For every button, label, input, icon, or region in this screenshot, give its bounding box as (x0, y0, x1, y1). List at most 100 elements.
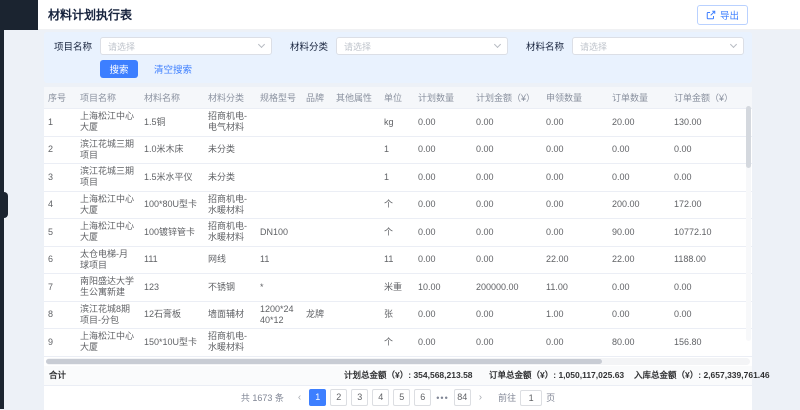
project-name-label: 项目名称 (54, 39, 92, 53)
table-cell: 滨江花城8期项目-分包 (76, 301, 140, 329)
table-cell: 4 (44, 191, 76, 219)
table-cell: 米重 (380, 274, 414, 302)
goto-page: 前往 页 (498, 390, 555, 406)
prev-page-button[interactable]: ‹ (295, 392, 304, 403)
table-cell: 张 (380, 301, 414, 329)
material-category-label: 材料分类 (290, 39, 328, 53)
table-cell (256, 191, 302, 219)
project-name-select[interactable]: 请选择 (100, 37, 272, 55)
vertical-scrollbar-thumb[interactable] (746, 106, 751, 168)
material-category-select[interactable]: 请选择 (336, 37, 508, 55)
table-cell: 0.00 (472, 246, 542, 274)
table-cell (256, 136, 302, 164)
table-header-row: 序号项目名称材料名称材料分类规格型号品牌其他属性单位计划数量计划金额（¥）申领数… (44, 87, 752, 109)
planned-total-amount: 计划总金额（¥）: 354,568,213.58 (344, 369, 473, 381)
search-button[interactable]: 搜索 (100, 60, 138, 78)
horizontal-scrollbar-thumb[interactable] (46, 359, 602, 364)
table-cell: 网线 (204, 246, 256, 274)
table-cell: 90.00 (608, 219, 670, 247)
table-cell (302, 274, 332, 302)
table-cell: 0.00 (608, 274, 670, 302)
page-button-84[interactable]: 84 (454, 389, 471, 406)
table-row[interactable]: 6太仓电梯-月球项目111网线11110.000.0022.0022.00118… (44, 246, 752, 274)
table-row[interactable]: 2滨江花城三期项目1.0米木床未分类10.000.000.000.000.00 (44, 136, 752, 164)
column-header-4: 规格型号 (256, 87, 302, 109)
filter-actions: 搜索 清空搜索 (100, 60, 742, 78)
column-header-10: 申领数量 (542, 87, 608, 109)
table-cell: 0.00 (472, 301, 542, 329)
inbound-total-amount: 入库总金额（¥）: 2,657,339,761.46 (634, 369, 770, 381)
column-header-1: 项目名称 (76, 87, 140, 109)
table-cell: 2 (44, 136, 76, 164)
table-cell (302, 219, 332, 247)
export-button-label: 导出 (720, 8, 739, 22)
material-name-select[interactable]: 请选择 (572, 37, 744, 55)
pagination: 共 1673 条 ‹ 123456•••84 › 前往 页 (44, 386, 752, 410)
table-cell: 200.00 (608, 191, 670, 219)
table-row[interactable]: 4上海松江中心大厦100*80U型卡招商机电-水暖材料个0.000.000.00… (44, 191, 752, 219)
goto-prefix: 前往 (498, 391, 516, 404)
vertical-scrollbar[interactable] (746, 106, 751, 341)
table-cell: 0.00 (414, 109, 472, 137)
table-cell: 0.00 (542, 219, 608, 247)
table-cell (332, 191, 380, 219)
page-button-3[interactable]: 3 (351, 389, 368, 406)
table-cell: 8 (44, 301, 76, 329)
clear-search-button[interactable]: 清空搜索 (154, 62, 192, 76)
table-cell: 个 (380, 329, 414, 357)
table-cell: 1 (44, 109, 76, 137)
summary-row: 合计 计划总金额（¥）: 354,568,213.58 订单总金额（¥）: 1,… (44, 366, 752, 386)
table-cell: 0.00 (472, 219, 542, 247)
table-cell: 11 (380, 246, 414, 274)
table-cell: 3 (44, 164, 76, 192)
sidebar-expand-handle[interactable] (0, 192, 8, 218)
table-cell: 12石膏板 (140, 301, 204, 329)
page-button-2[interactable]: 2 (330, 389, 347, 406)
table-cell: 上海松江中心大厦 (76, 191, 140, 219)
filter-fields-row: 项目名称 请选择 材料分类 请选择 材料名称 请选择 (54, 37, 742, 55)
table-cell: 150*10U型卡 (140, 329, 204, 357)
chevron-down-icon (494, 41, 501, 48)
table-cell: 7 (44, 274, 76, 302)
table-cell: 10.00 (414, 274, 472, 302)
table-cell: 1200*2440*12 (256, 301, 302, 329)
table-row[interactable]: 8滨江花城8期项目-分包12石膏板墙面辅材1200*2440*12龙牌张0.00… (44, 301, 752, 329)
table-cell: 0.00 (608, 301, 670, 329)
table-cell: 招商机电-水暖材料 (204, 191, 256, 219)
table-cell: 0.00 (414, 164, 472, 192)
table-body: 1上海松江中心大厦1.5铜招商机电-电气材料kg0.000.000.0020.0… (44, 109, 752, 357)
more-pages-button[interactable]: ••• (435, 393, 449, 403)
table-cell: 100*80U型卡 (140, 191, 204, 219)
table-cell: 1188.00 (670, 246, 752, 274)
table-cell: 111 (140, 246, 204, 274)
table-cell: 9 (44, 329, 76, 357)
table-row[interactable]: 7南阳盛达大学生公寓新建123不锈钢*米重10.00200000.0011.00… (44, 274, 752, 302)
next-page-button[interactable]: › (476, 392, 485, 403)
export-button[interactable]: 导出 (697, 5, 748, 25)
table-cell (332, 219, 380, 247)
page-button-6[interactable]: 6 (414, 389, 431, 406)
horizontal-scrollbar[interactable] (46, 358, 750, 365)
table-cell: 123 (140, 274, 204, 302)
table-row[interactable]: 9上海松江中心大厦150*10U型卡招商机电-水暖材料个0.000.000.00… (44, 329, 752, 357)
table-cell: 1 (380, 164, 414, 192)
table-cell: 6 (44, 246, 76, 274)
table-cell (332, 164, 380, 192)
table-row[interactable]: 1上海松江中心大厦1.5铜招商机电-电气材料kg0.000.000.0020.0… (44, 109, 752, 137)
page-button-4[interactable]: 4 (372, 389, 389, 406)
material-category-placeholder: 请选择 (344, 40, 371, 53)
goto-page-input[interactable] (520, 390, 542, 406)
table-cell: 个 (380, 191, 414, 219)
page-button-5[interactable]: 5 (393, 389, 410, 406)
table-cell: 上海松江中心大厦 (76, 109, 140, 137)
table-row[interactable]: 3滨江花城三期项目1.5米水平仪未分类10.000.000.000.000.00 (44, 164, 752, 192)
page-button-1[interactable]: 1 (309, 389, 326, 406)
table-row[interactable]: 5上海松江中心大厦100镀锌管卡招商机电-水暖材料DN100个0.000.000… (44, 219, 752, 247)
table-cell: 0.00 (414, 246, 472, 274)
table-cell: 0.00 (670, 164, 752, 192)
goto-suffix: 页 (546, 391, 555, 404)
filter-panel: 项目名称 请选择 材料分类 请选择 材料名称 请选择 (44, 32, 752, 83)
table-cell (332, 301, 380, 329)
table-cell: 0.00 (472, 329, 542, 357)
table-cell: 未分类 (204, 136, 256, 164)
